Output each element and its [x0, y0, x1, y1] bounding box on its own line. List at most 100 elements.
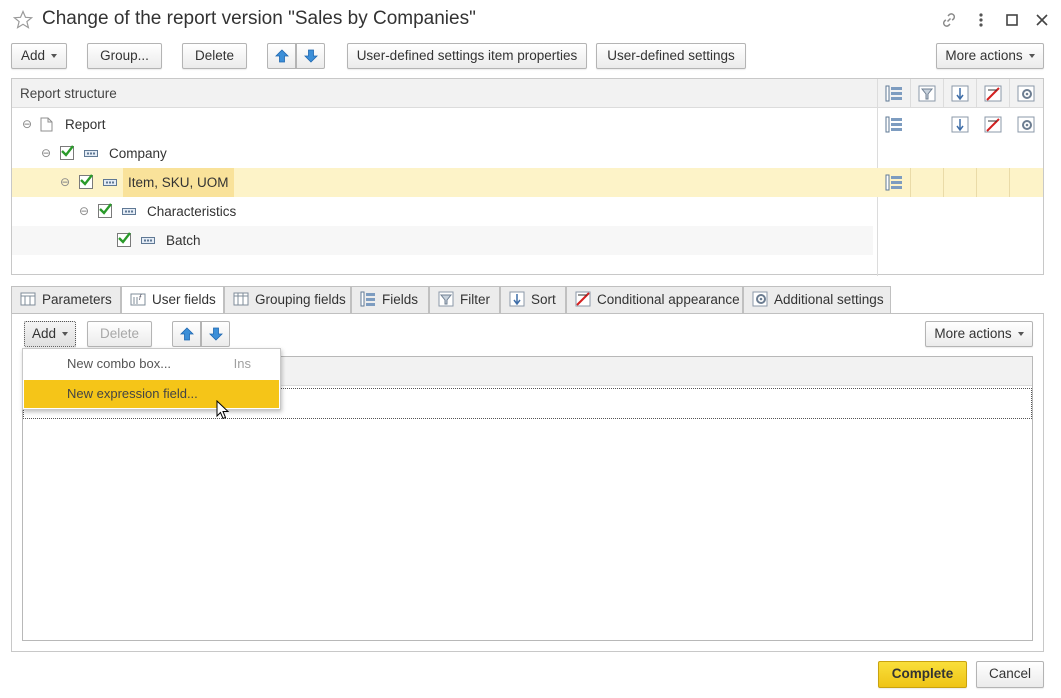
additional-settings-column-icon[interactable] [1017, 85, 1035, 102]
tab-parameters[interactable]: Parameters [11, 286, 121, 313]
additional-settings-icon[interactable] [1017, 116, 1035, 133]
delete-button[interactable]: Delete [182, 43, 247, 69]
filter-column-icon[interactable] [918, 85, 936, 102]
move-down-button[interactable] [296, 43, 325, 69]
menu-item-shortcut: Ins [233, 356, 251, 371]
structure-row-label: Report [65, 117, 106, 132]
tab-label: Conditional appearance [597, 292, 740, 307]
more-actions-label: More actions [945, 48, 1023, 63]
dropdown-caret-icon [1017, 332, 1024, 337]
report-structure-panel: Report structure ⊖ Report ⊖ Company ⊖ It… [11, 78, 1044, 276]
grouping-icon [103, 179, 117, 186]
conditional-appearance-icon[interactable] [984, 116, 1002, 133]
complete-button[interactable]: Complete [878, 661, 967, 688]
tab-conditional-appearance[interactable]: Conditional appearance [566, 286, 743, 313]
tab-label: Sort [531, 292, 556, 307]
collapse-icon[interactable]: ⊖ [60, 168, 70, 197]
move-field-down-button[interactable] [201, 321, 230, 347]
checkbox[interactable] [79, 174, 93, 189]
maximize-icon[interactable] [1005, 13, 1019, 27]
add-dropdown-menu: New combo box... Ins New expression fiel… [22, 348, 281, 410]
tab-additional-settings[interactable]: Additional settings [743, 286, 891, 313]
checkbox[interactable] [60, 145, 74, 160]
checkbox[interactable] [117, 232, 131, 247]
structure-row-report[interactable]: ⊖ Report [12, 110, 1043, 139]
menu-item-new-expression-field[interactable]: New expression field... [24, 380, 279, 408]
item-properties-button[interactable]: User-defined settings item properties [347, 43, 587, 69]
add-field-label: Add [31, 326, 57, 341]
structure-row-company[interactable]: ⊖ Company [12, 139, 1043, 168]
move-up-button[interactable] [267, 43, 296, 69]
additional-settings-icon [752, 291, 768, 307]
sort-icon[interactable] [951, 116, 969, 133]
window-title: Change of the report version "Sales by C… [42, 8, 476, 29]
grouping-fields-icon[interactable] [885, 174, 903, 191]
more-actions-label: More actions [934, 326, 1012, 341]
checkmark-icon [80, 174, 93, 186]
delete-field-button[interactable]: Delete [87, 321, 152, 347]
fields-icon [360, 291, 375, 307]
menu-item-label: New combo box... [67, 356, 172, 371]
move-field-up-button[interactable] [172, 321, 201, 347]
grouping-icon [84, 150, 98, 157]
structure-row-label: Characteristics [147, 204, 237, 219]
tab-label: Fields [382, 292, 419, 307]
conditional-appearance-icon [575, 291, 591, 307]
cancel-button[interactable]: Cancel [976, 661, 1044, 688]
arrow-down-icon [208, 327, 223, 341]
tab-grouping-fields[interactable]: Grouping fields [224, 286, 351, 313]
tab-user-fields[interactable]: f User fields [121, 286, 224, 314]
close-icon[interactable] [1034, 12, 1050, 28]
tab-label: Additional settings [774, 292, 884, 307]
add-button-label: Add [20, 48, 46, 63]
structure-row-label: Item, SKU, UOM [123, 168, 234, 197]
grouping-icon [122, 208, 136, 215]
dropdown-caret-icon [1028, 54, 1035, 59]
user-settings-button[interactable]: User-defined settings [596, 43, 746, 69]
checkmark-icon [61, 145, 74, 157]
structure-row-batch[interactable]: Batch [12, 226, 873, 255]
grouping-fields-icon[interactable] [885, 116, 903, 133]
structure-header-label: Report structure [20, 86, 117, 101]
collapse-icon[interactable]: ⊖ [41, 139, 51, 168]
document-icon [40, 117, 53, 132]
checkmark-icon [118, 232, 131, 244]
structure-row-label: Batch [166, 233, 201, 248]
grouping-fields-column-icon[interactable] [885, 85, 903, 102]
tab-filter[interactable]: Filter [429, 286, 500, 313]
link-icon[interactable] [940, 11, 958, 29]
user-fields-icon: f [130, 293, 146, 306]
conditional-appearance-column-icon[interactable] [984, 85, 1002, 102]
collapse-icon[interactable]: ⊖ [79, 197, 89, 226]
arrow-up-icon [179, 327, 194, 341]
grouping-icon [141, 237, 155, 244]
tab-label: User fields [152, 292, 216, 307]
grouping-fields-icon [233, 292, 249, 306]
tab-sort[interactable]: Sort [500, 286, 566, 313]
add-button[interactable]: Add [11, 43, 67, 69]
add-field-button[interactable]: Add [24, 321, 76, 347]
dropdown-caret-icon [62, 332, 69, 337]
structure-row-label: Company [109, 146, 167, 161]
arrow-down-icon [303, 49, 318, 63]
more-actions-button[interactable]: More actions [936, 43, 1044, 69]
filter-icon [438, 291, 454, 307]
menu-item-new-combo-box[interactable]: New combo box... Ins [24, 350, 279, 378]
more-actions-fields-button[interactable]: More actions [925, 321, 1033, 347]
checkmark-icon [99, 203, 112, 215]
sort-column-icon[interactable] [951, 85, 969, 102]
tab-label: Grouping fields [255, 292, 346, 307]
structure-row-characteristics[interactable]: ⊖ Characteristics [12, 197, 1043, 226]
arrow-up-icon [274, 49, 289, 63]
favorite-star-icon[interactable] [12, 9, 34, 30]
structure-row-item-sku-uom[interactable]: ⊖ Item, SKU, UOM [12, 168, 1043, 197]
checkbox[interactable] [98, 203, 112, 218]
menu-item-label: New expression field... [67, 386, 198, 401]
tab-label: Filter [460, 292, 490, 307]
tab-fields[interactable]: Fields [351, 286, 429, 313]
mouse-cursor-icon [216, 400, 230, 420]
collapse-icon[interactable]: ⊖ [22, 110, 32, 139]
vertical-dots-icon[interactable] [974, 11, 988, 29]
parameters-icon [20, 292, 36, 306]
group-button[interactable]: Group... [87, 43, 162, 69]
